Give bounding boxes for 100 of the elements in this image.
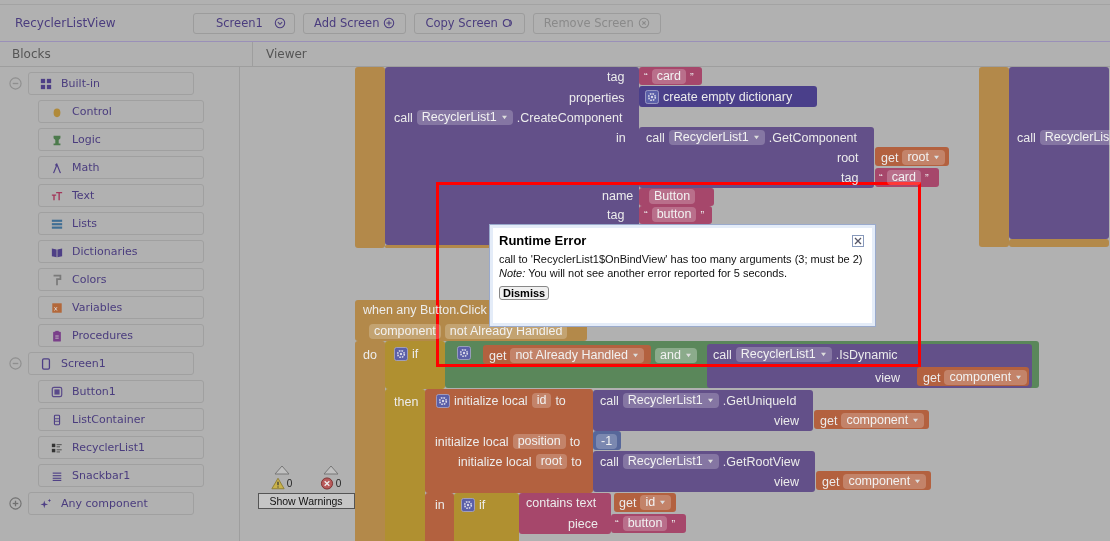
variable-block[interactable]: in <box>425 493 454 541</box>
gear-icon[interactable] <box>645 89 659 104</box>
up-arrow-icon[interactable] <box>273 465 290 475</box>
close-icon <box>637 17 650 29</box>
block-dropdown[interactable]: RecyclerList1 <box>622 454 719 469</box>
caret-icon <box>659 500 667 505</box>
block-label: get <box>923 370 941 385</box>
block-dropdown[interactable]: component <box>843 474 927 489</box>
control-block[interactable]: if <box>385 341 445 389</box>
tree-item[interactable]: RecyclerList1 <box>38 436 204 459</box>
variable-block[interactable]: initialize local id to initialize local position to initialize local root to <box>425 389 593 493</box>
tree-item[interactable]: Button1 <box>38 380 204 403</box>
toolbar-button[interactable]: Screen1 <box>193 12 295 34</box>
tree-item[interactable]: Control <box>38 100 204 123</box>
block-field[interactable]: Button <box>649 189 696 204</box>
block-dropdown[interactable]: component <box>841 413 925 428</box>
text-block[interactable]: “ card ” <box>639 67 702 85</box>
block-field[interactable]: id <box>531 393 552 408</box>
caret-icon <box>684 353 692 358</box>
tree-item[interactable]: Text <box>38 184 204 207</box>
close-icon[interactable] <box>852 234 864 247</box>
block-label: to <box>571 454 582 469</box>
block-label: create empty dictionary <box>663 89 793 104</box>
quote-mark: “ <box>615 517 619 530</box>
block-dropdown[interactable]: root <box>902 150 945 165</box>
tree-item[interactable]: Screen1 <box>28 352 194 375</box>
collapse-icon[interactable] <box>9 77 22 90</box>
toolbar-button[interactable]: Copy Screen <box>414 12 525 34</box>
text-block[interactable]: “ button ” <box>639 206 712 224</box>
toolbar-button[interactable]: Add Screen <box>303 12 407 34</box>
block-label: get <box>822 474 840 489</box>
block-field[interactable]: button <box>622 516 668 531</box>
tree-item[interactable]: Logic <box>38 128 204 151</box>
collapse-icon[interactable] <box>9 357 22 370</box>
block-label: initialize local <box>435 434 509 449</box>
chevron-icon <box>274 17 286 29</box>
gear-icon[interactable] <box>461 497 475 512</box>
block-field[interactable]: root <box>535 454 568 469</box>
block-dropdown[interactable]: not Already Handled <box>510 348 644 363</box>
variable-block[interactable]: get component <box>917 367 1029 386</box>
block-field[interactable]: component <box>369 324 441 339</box>
block-label: then <box>394 394 419 409</box>
dismiss-button[interactable]: Dismiss <box>499 286 550 300</box>
event-block[interactable]: do <box>355 341 385 541</box>
tree-item[interactable]: Snackbar1 <box>38 464 204 487</box>
block-field[interactable]: position <box>512 434 566 449</box>
show-warnings-button[interactable]: Show Warnings <box>257 493 355 509</box>
block-label: do <box>363 347 377 362</box>
method-block[interactable]: call RecyclerList1 .GetUniqueId view <box>593 390 813 431</box>
block-field[interactable]: card <box>886 170 921 185</box>
builtin-block[interactable]: create empty dictionary <box>639 86 817 107</box>
block-dropdown[interactable]: component <box>944 370 1028 385</box>
tree-item[interactable]: ListContainer <box>38 408 204 431</box>
control-block[interactable]: then <box>385 389 425 541</box>
tree-item[interactable]: Lists <box>38 212 204 235</box>
error-icon <box>319 477 334 490</box>
variable-block[interactable]: get not Already Handled <box>483 345 651 364</box>
tree-item[interactable]: Math <box>38 156 204 179</box>
text-block[interactable]: contains text piece <box>519 493 611 534</box>
quote-mark: “ <box>644 70 648 83</box>
up-arrow-icon[interactable] <box>322 465 339 475</box>
block-dropdown[interactable]: RecyclerLis <box>1039 130 1110 145</box>
block-field[interactable]: card <box>651 69 686 84</box>
tree-item[interactable]: Variables <box>38 296 204 319</box>
block-field[interactable]: button <box>651 207 697 222</box>
variable-block[interactable]: get component <box>814 410 929 429</box>
tree-item[interactable]: Colors <box>38 268 204 291</box>
gear-icon[interactable] <box>457 345 471 360</box>
method-block[interactable]: call RecyclerLis <box>1009 67 1109 239</box>
method-block[interactable]: call RecyclerList1 .GetComponent root tag <box>639 127 874 188</box>
text-block[interactable]: “ button ” <box>611 514 686 533</box>
block-dropdown[interactable]: RecyclerList1 <box>622 393 719 408</box>
variable-block[interactable]: get component <box>816 471 931 490</box>
phone-icon <box>40 357 52 370</box>
variable-block[interactable]: get root <box>875 147 949 166</box>
block-dropdown[interactable]: id <box>640 495 672 510</box>
tree-item[interactable]: Built-in <box>28 72 194 95</box>
block-label: tag <box>607 207 625 222</box>
variable-block[interactable]: get id <box>614 493 676 512</box>
tree-item[interactable]: Any component <box>28 492 194 515</box>
caret-icon <box>1015 375 1023 380</box>
block-label: to <box>569 434 581 449</box>
tree-item[interactable]: Dictionaries <box>38 240 204 263</box>
text-block[interactable]: Button <box>639 188 714 206</box>
expand-icon[interactable] <box>9 497 22 510</box>
block-dropdown[interactable]: RecyclerList1 <box>416 110 513 125</box>
caret-icon <box>912 418 920 423</box>
block-label: call <box>600 393 619 408</box>
gear-icon[interactable] <box>436 393 450 408</box>
control-block[interactable]: if <box>454 493 519 541</box>
block-dropdown[interactable]: and <box>655 348 697 363</box>
block-label: call <box>394 110 413 125</box>
block-label: call <box>713 347 732 362</box>
gear-icon[interactable] <box>394 346 408 361</box>
block-dropdown[interactable]: RecyclerList1 <box>735 347 832 362</box>
block-dropdown[interactable]: RecyclerList1 <box>668 130 765 145</box>
block-label: .CreateComponent <box>516 110 623 125</box>
quote-mark: ” <box>671 517 676 530</box>
grid-icon <box>40 77 52 90</box>
tree-item[interactable]: Procedures <box>38 324 204 347</box>
